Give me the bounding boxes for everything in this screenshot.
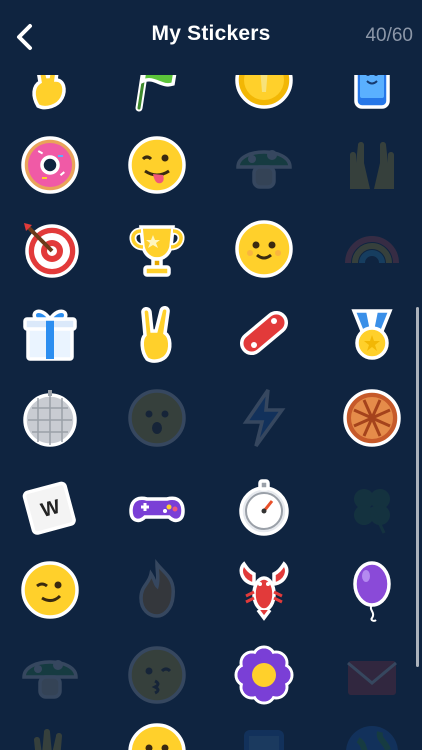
smiley-face-icon [235, 220, 293, 278]
hand-icon [34, 729, 62, 750]
stopwatch-icon [239, 479, 289, 536]
sticker-item[interactable] [232, 720, 296, 750]
sticker-item[interactable] [340, 720, 404, 750]
raised-hands-icon [350, 142, 394, 189]
sticker-item[interactable] [232, 558, 296, 622]
sticker-item[interactable] [340, 386, 404, 450]
scrollbar[interactable] [416, 307, 419, 667]
tongue-wink-face-icon [128, 136, 186, 194]
sticker-item[interactable] [232, 217, 296, 281]
skateboard-icon [239, 310, 289, 356]
sticker-item[interactable] [232, 133, 296, 197]
lightning-icon [242, 389, 286, 448]
four-leaf-clover-icon [354, 489, 390, 534]
disco-ball-icon [23, 390, 77, 447]
donut-icon [21, 136, 79, 194]
sticker-grid: W [0, 0, 422, 750]
sticker-item[interactable] [340, 301, 404, 365]
sticker-item[interactable] [125, 301, 189, 365]
surprised-face-icon [128, 389, 186, 447]
pie-icon [343, 389, 401, 447]
sticker-item[interactable] [18, 720, 82, 750]
winking-face-icon [21, 561, 79, 619]
sticker-item[interactable] [18, 301, 82, 365]
page-title: My Stickers [151, 22, 271, 45]
fire-face-icon [139, 559, 175, 618]
sticker-item[interactable] [340, 475, 404, 539]
kissing-face-icon [128, 646, 186, 704]
globe-icon [346, 726, 398, 750]
sticker-item[interactable] [125, 133, 189, 197]
rainbow-icon [345, 236, 399, 264]
smiley-face-icon [128, 723, 186, 750]
sticker-item[interactable] [232, 475, 296, 539]
nav-header: My Stickers 40/60 [0, 0, 422, 75]
sticker-item[interactable] [125, 720, 189, 750]
rock-hand-icon [140, 306, 172, 363]
game-controller-icon [129, 496, 185, 523]
sticker-item[interactable] [340, 217, 404, 281]
purple-flower-icon [234, 645, 294, 705]
sticker-item[interactable] [125, 558, 189, 622]
sticker-item[interactable]: W [18, 475, 82, 539]
sticker-item[interactable] [125, 643, 189, 707]
purple-balloon-icon [353, 561, 391, 622]
sticker-item[interactable] [340, 558, 404, 622]
sticker-item[interactable] [232, 643, 296, 707]
mushroom-icon [22, 660, 78, 699]
sticker-item[interactable] [125, 475, 189, 539]
sticker-item[interactable] [340, 643, 404, 707]
sticker-item[interactable] [18, 217, 82, 281]
gift-box-icon [23, 309, 77, 361]
sticker-item[interactable] [125, 217, 189, 281]
sticker-item[interactable] [18, 133, 82, 197]
sticker-item[interactable] [232, 386, 296, 450]
sticker-counter: 40/60 [365, 25, 413, 46]
target-dart-icon [24, 223, 79, 278]
lobster-icon [239, 561, 289, 621]
sticker-item[interactable] [232, 301, 296, 365]
medal-icon [351, 309, 393, 360]
sticker-item[interactable] [18, 558, 82, 622]
stickers-screen: W My Stickers 40/60 [0, 0, 422, 750]
letter-tile-icon: W [22, 481, 76, 535]
sticker-item[interactable] [125, 386, 189, 450]
mushroom-icon [236, 150, 292, 189]
sticker-item[interactable] [18, 643, 82, 707]
envelope-icon [347, 661, 397, 695]
sticker-item[interactable] [18, 386, 82, 450]
trophy-icon [129, 225, 185, 277]
tablet-icon [244, 730, 284, 750]
sticker-item[interactable] [340, 133, 404, 197]
